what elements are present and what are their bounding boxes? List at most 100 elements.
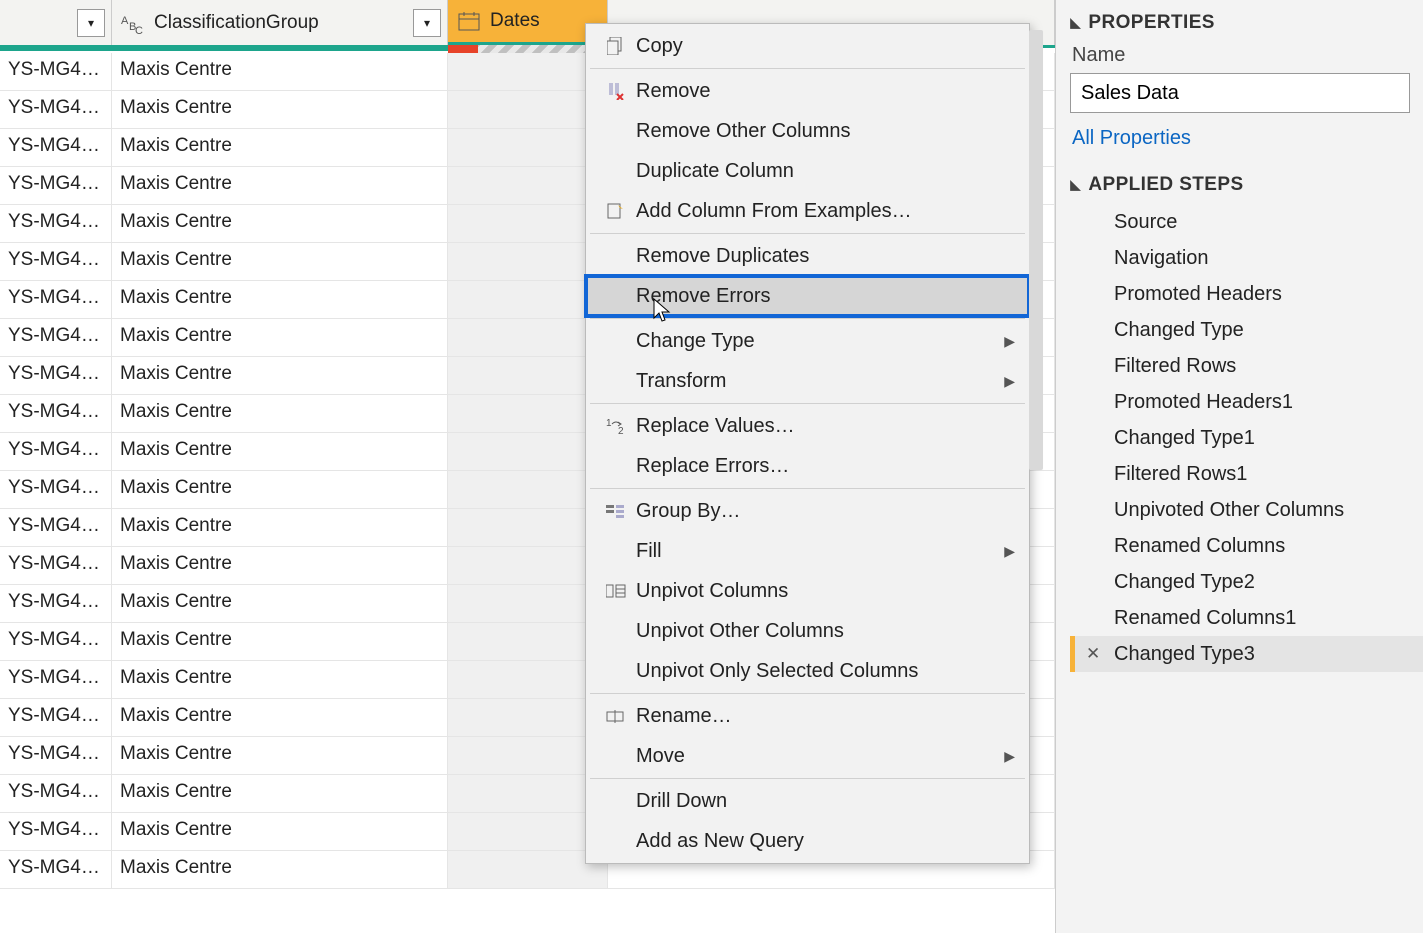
applied-step[interactable]: Promoted Headers1: [1070, 384, 1423, 420]
cell-code: YS-MG472…: [0, 471, 112, 508]
vertical-scrollbar[interactable]: [1029, 30, 1043, 470]
applied-step[interactable]: Changed Type2: [1070, 564, 1423, 600]
menu-add-as-query[interactable]: Add as New Query: [586, 821, 1029, 861]
svg-text:1: 1: [606, 418, 612, 429]
menu-label: Unpivot Only Selected Columns: [636, 660, 918, 683]
menu-group-by[interactable]: Group By…: [586, 491, 1029, 531]
cell-classification: Maxis Centre: [112, 357, 448, 394]
menu-move[interactable]: Move ▶: [586, 736, 1029, 776]
applied-step[interactable]: Source: [1070, 204, 1423, 240]
cell-dates: [448, 509, 608, 546]
cell-classification: Maxis Centre: [112, 509, 448, 546]
menu-unpivot-selected[interactable]: Unpivot Only Selected Columns: [586, 651, 1029, 691]
menu-fill[interactable]: Fill ▶: [586, 531, 1029, 571]
menu-label: Group By…: [636, 500, 740, 523]
menu-replace-errors[interactable]: Replace Errors…: [586, 446, 1029, 486]
cell-classification: Maxis Centre: [112, 471, 448, 508]
cell-code: YS-MG472…: [0, 775, 112, 812]
column-header-dates[interactable]: Dates: [448, 0, 608, 45]
menu-duplicate[interactable]: Duplicate Column: [586, 151, 1029, 191]
menu-label: Transform: [636, 370, 726, 393]
menu-label: Remove: [636, 80, 710, 103]
applied-step[interactable]: Promoted Headers: [1070, 276, 1423, 312]
column-header-classification[interactable]: ABC ClassificationGroup ▾: [112, 0, 448, 45]
delete-step-icon[interactable]: ✕: [1086, 644, 1100, 664]
cell-classification: Maxis Centre: [112, 319, 448, 356]
menu-transform[interactable]: Transform ▶: [586, 361, 1029, 401]
cell-code: YS-MG472…: [0, 585, 112, 622]
cell-classification: Maxis Centre: [112, 205, 448, 242]
column-header-prev[interactable]: ▾: [0, 0, 112, 45]
replace-icon: 12: [596, 418, 636, 434]
cell-code: YS-MG472…: [0, 167, 112, 204]
cell-classification: Maxis Centre: [112, 243, 448, 280]
cell-code: YS-MG472…: [0, 281, 112, 318]
svg-text:2: 2: [618, 426, 624, 434]
cell-code: YS-MG472…: [0, 53, 112, 90]
applied-steps-header[interactable]: APPLIED STEPS: [1070, 168, 1423, 204]
cell-code: YS-MG472…: [0, 661, 112, 698]
applied-step[interactable]: Changed Type: [1070, 312, 1423, 348]
menu-replace-values[interactable]: 12 Replace Values…: [586, 406, 1029, 446]
rename-icon: [596, 708, 636, 724]
menu-label: Remove Other Columns: [636, 120, 851, 143]
menu-label: Add as New Query: [636, 830, 804, 853]
cell-code: YS-MG472…: [0, 243, 112, 280]
applied-step[interactable]: Renamed Columns: [1070, 528, 1423, 564]
menu-rename[interactable]: Rename…: [586, 696, 1029, 736]
applied-step[interactable]: Filtered Rows1: [1070, 456, 1423, 492]
right-panel: PROPERTIES Name All Properties APPLIED S…: [1055, 0, 1423, 933]
menu-label: Rename…: [636, 705, 732, 728]
applied-step[interactable]: Unpivoted Other Columns: [1070, 492, 1423, 528]
cell-dates: [448, 433, 608, 470]
menu-label: Replace Values…: [636, 415, 795, 438]
menu-remove-duplicates[interactable]: Remove Duplicates: [586, 236, 1029, 276]
cell-classification: Maxis Centre: [112, 813, 448, 850]
applied-step[interactable]: Filtered Rows: [1070, 348, 1423, 384]
applied-step[interactable]: Changed Type1: [1070, 420, 1423, 456]
applied-step[interactable]: ✕Changed Type3: [1070, 636, 1423, 672]
examples-icon: [596, 202, 636, 220]
menu-separator: [590, 68, 1025, 69]
cell-classification: Maxis Centre: [112, 395, 448, 432]
menu-unpivot-other[interactable]: Unpivot Other Columns: [586, 611, 1029, 651]
properties-header[interactable]: PROPERTIES: [1070, 6, 1423, 42]
cell-code: YS-MG472…: [0, 395, 112, 432]
cell-dates: [448, 129, 608, 166]
menu-change-type[interactable]: Change Type ▶: [586, 321, 1029, 361]
menu-label: Replace Errors…: [636, 455, 789, 478]
cell-dates: [448, 91, 608, 128]
cell-dates: [448, 623, 608, 660]
applied-step[interactable]: Renamed Columns1: [1070, 600, 1423, 636]
cell-classification: Maxis Centre: [112, 851, 448, 888]
cell-dates: [448, 53, 608, 90]
filter-dropdown-icon[interactable]: ▾: [413, 9, 441, 37]
menu-label: Move: [636, 745, 685, 768]
cell-dates: [448, 471, 608, 508]
menu-separator: [590, 693, 1025, 694]
cell-code: YS-MG472…: [0, 699, 112, 736]
all-properties-link[interactable]: All Properties: [1072, 127, 1191, 150]
applied-step[interactable]: Navigation: [1070, 240, 1423, 276]
cell-classification: Maxis Centre: [112, 281, 448, 318]
cell-dates: [448, 737, 608, 774]
cell-code: YS-MG472…: [0, 205, 112, 242]
menu-unpivot[interactable]: Unpivot Columns: [586, 571, 1029, 611]
svg-text:C: C: [135, 25, 143, 34]
menu-add-from-examples[interactable]: Add Column From Examples…: [586, 191, 1029, 231]
cell-dates: [448, 395, 608, 432]
menu-separator: [590, 233, 1025, 234]
menu-label: Drill Down: [636, 790, 727, 813]
menu-label: Unpivot Columns: [636, 580, 788, 603]
cell-dates: [448, 281, 608, 318]
menu-remove[interactable]: Remove: [586, 71, 1029, 111]
cell-code: YS-MG472…: [0, 509, 112, 546]
cell-code: YS-MG472…: [0, 129, 112, 166]
menu-remove-other[interactable]: Remove Other Columns: [586, 111, 1029, 151]
cell-dates: [448, 547, 608, 584]
menu-drill-down[interactable]: Drill Down: [586, 781, 1029, 821]
menu-copy[interactable]: Copy: [586, 26, 1029, 66]
filter-dropdown-icon[interactable]: ▾: [77, 9, 105, 37]
cell-classification: Maxis Centre: [112, 433, 448, 470]
name-input[interactable]: [1070, 73, 1410, 113]
